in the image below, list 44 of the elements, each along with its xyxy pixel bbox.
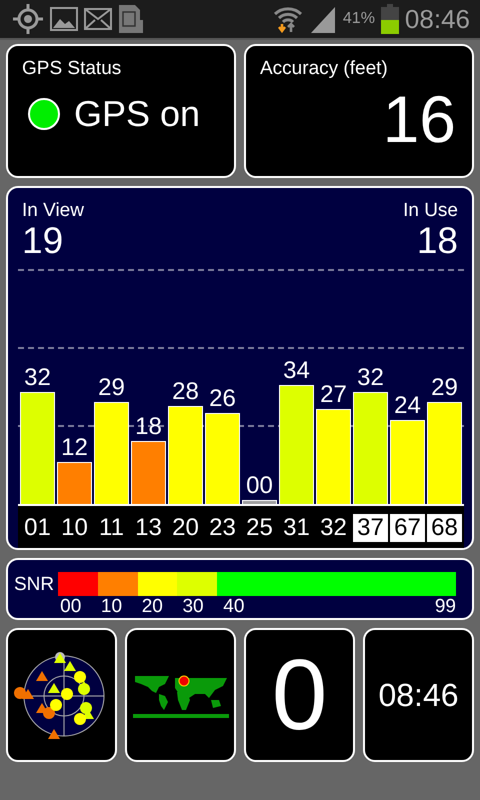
snr-value: 26 bbox=[209, 384, 236, 413]
radar-tile[interactable] bbox=[6, 628, 117, 762]
satellite-id: 68 bbox=[427, 514, 462, 542]
in-use-label: In Use bbox=[403, 200, 458, 222]
count-value: 0 bbox=[272, 644, 328, 745]
in-use-count: 18 bbox=[416, 222, 458, 261]
snr-scale-label: 99 bbox=[434, 596, 456, 618]
snr-value: 29 bbox=[431, 374, 458, 402]
snr-scale-label: 40 bbox=[223, 596, 244, 618]
signal-icon bbox=[308, 5, 337, 33]
in-view-count: 19 bbox=[22, 222, 64, 261]
map-tile[interactable] bbox=[125, 628, 236, 762]
snr-value: 28 bbox=[172, 378, 199, 406]
count-tile[interactable]: 0 bbox=[244, 628, 355, 762]
clock-tile[interactable]: 08:46 bbox=[363, 628, 474, 762]
battery-percent: 41% bbox=[342, 10, 375, 28]
card-title: Accuracy (feet) bbox=[259, 57, 389, 80]
snr-value: 29 bbox=[98, 374, 125, 402]
mail-icon bbox=[84, 8, 112, 30]
gps-status-value: GPS on bbox=[74, 96, 200, 132]
snr-scale-label: 30 bbox=[182, 596, 204, 618]
snr-value: 27 bbox=[320, 381, 347, 410]
accuracy-value: 16 bbox=[382, 86, 456, 152]
snr-value: 32 bbox=[24, 364, 51, 392]
satellite-id: 37 bbox=[353, 514, 388, 542]
snr-value: 32 bbox=[357, 364, 384, 392]
snr-scale-label: 10 bbox=[100, 596, 122, 618]
in-view-label: In View bbox=[22, 200, 84, 222]
snr-scale-label: 20 bbox=[142, 596, 163, 618]
battery-icon bbox=[380, 4, 399, 34]
card-title: GPS Status bbox=[21, 57, 122, 80]
satellite-id: 67 bbox=[390, 514, 425, 542]
image-icon bbox=[50, 7, 78, 31]
snr-scale-label: 00 bbox=[60, 596, 82, 618]
snr-value: 24 bbox=[394, 392, 421, 420]
clock: 08:46 bbox=[404, 4, 470, 34]
location-icon bbox=[12, 3, 44, 35]
snr-value: 12 bbox=[61, 434, 88, 462]
clock-value: 08:46 bbox=[378, 678, 459, 711]
snr-value: 00 bbox=[246, 472, 273, 500]
snr-label: SNR bbox=[14, 572, 54, 596]
snr-value: 34 bbox=[283, 356, 310, 385]
sim-card-icon bbox=[118, 4, 144, 34]
snr-value: 18 bbox=[135, 412, 162, 441]
